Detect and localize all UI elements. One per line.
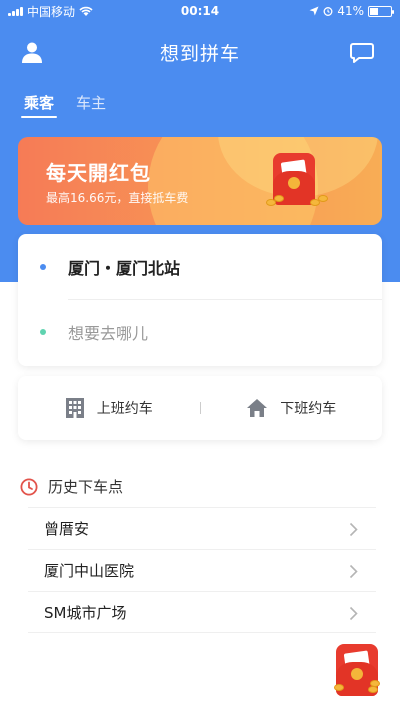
user-profile-icon[interactable]	[20, 40, 44, 64]
app-header: 想到拼车	[0, 30, 400, 74]
to-home-label: 下班约车	[280, 401, 337, 417]
tab-passenger[interactable]: 乘客	[20, 92, 58, 118]
origin-text: 厦门・厦门北站	[68, 259, 181, 278]
chevron-right-icon	[349, 606, 358, 621]
chevron-right-icon	[349, 564, 358, 579]
history-item[interactable]: 曾厝安	[28, 507, 376, 549]
history-header: 历史下车点	[20, 476, 123, 497]
battery-icon	[368, 5, 394, 17]
commute-card: 上班约车 下班约车	[18, 376, 382, 440]
tab-driver[interactable]: 车主	[76, 92, 106, 118]
history-item[interactable]: SM城市广场	[28, 591, 376, 633]
message-icon[interactable]	[350, 42, 374, 64]
home-icon	[247, 399, 268, 417]
history-title: 历史下车点	[48, 478, 124, 496]
office-building-icon	[65, 398, 84, 418]
status-time: 00:14	[180, 4, 220, 18]
destination-dot	[40, 329, 46, 335]
to-home-button[interactable]: 下班约车	[201, 376, 383, 440]
destination-placeholder: 想要去哪儿	[68, 324, 149, 343]
status-bar: 中国移动 00:14 41%	[0, 0, 400, 22]
route-card: 厦门・厦门北站 想要去哪儿	[18, 234, 382, 366]
history-item[interactable]: 厦门中山医院	[28, 549, 376, 591]
coin-icon	[370, 680, 380, 687]
chevron-right-icon	[349, 522, 358, 537]
history-item-name: SM城市广场	[44, 603, 127, 622]
to-work-button[interactable]: 上班约车	[18, 376, 200, 440]
history-item-name: 厦门中山医院	[44, 562, 135, 580]
origin-dot	[40, 264, 46, 270]
destination-input[interactable]: 想要去哪儿	[18, 300, 382, 364]
coin-icon	[274, 195, 284, 202]
banner-subtitle: 最高16.66元，直接抵车费	[46, 191, 189, 205]
coin-icon	[318, 195, 328, 202]
floating-red-packet-button[interactable]	[334, 644, 380, 696]
history-list: 曾厝安 厦门中山医院 SM城市广场	[28, 507, 376, 633]
coin-icon	[368, 686, 378, 693]
clock-icon	[20, 478, 38, 495]
origin-selector[interactable]: 厦门・厦门北站	[18, 235, 382, 299]
history-item-name: 曾厝安	[44, 520, 90, 538]
role-tabs: 乘客 车主	[20, 92, 106, 118]
coin-icon	[334, 684, 344, 691]
banner-title: 每天開红包	[46, 161, 151, 185]
red-packet-banner[interactable]: 每天開红包 最高16.66元，直接抵车费	[18, 137, 382, 225]
page-title: 想到拼车	[159, 42, 240, 65]
to-work-label: 上班约车	[96, 401, 153, 417]
